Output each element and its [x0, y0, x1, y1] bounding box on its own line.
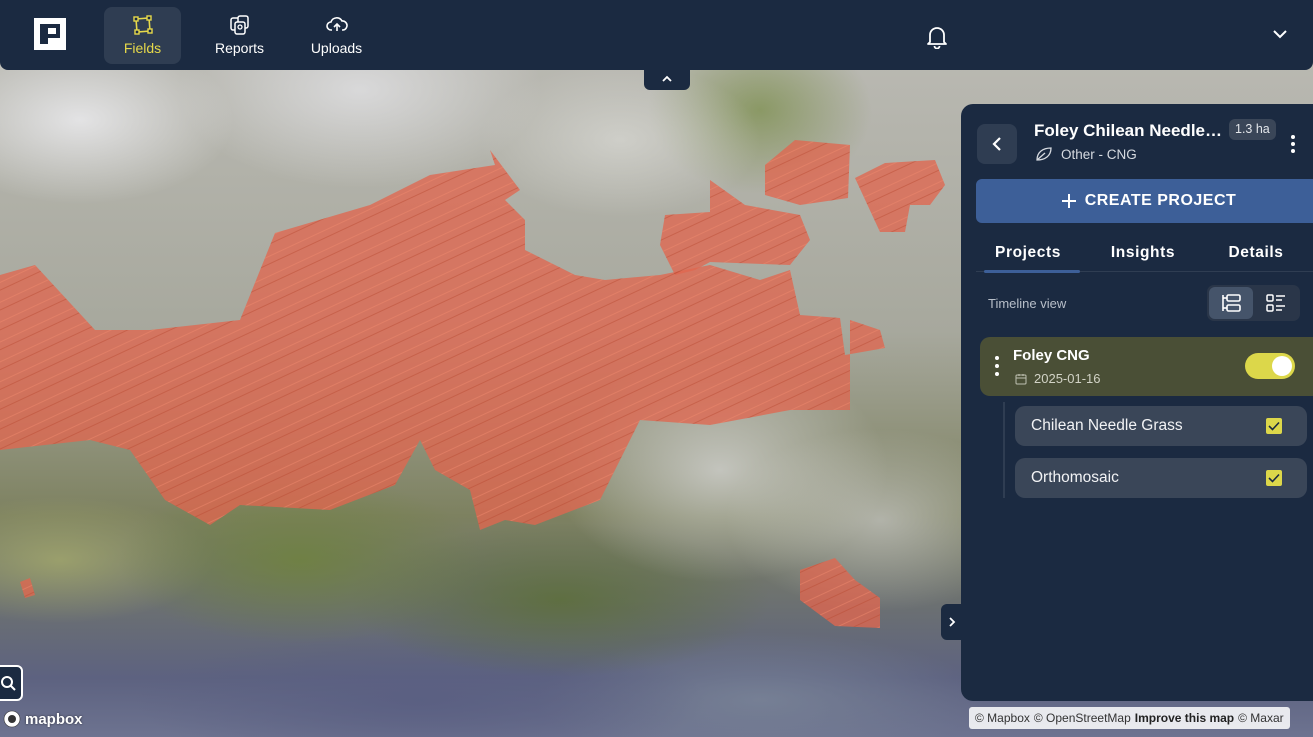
panel-tabs: Projects Insights Details — [976, 234, 1313, 273]
nav-tab-label: Uploads — [310, 40, 363, 56]
list-icon — [1266, 294, 1285, 312]
tab-label: Insights — [1110, 244, 1176, 261]
collapse-topbar-chevron-up-icon[interactable] — [644, 68, 690, 90]
timeline-view-button[interactable] — [1209, 287, 1253, 319]
leaf-icon — [1036, 147, 1052, 161]
calendar-icon — [1015, 373, 1027, 384]
project-more-options-icon[interactable] — [992, 356, 1002, 376]
check-icon — [1268, 473, 1280, 483]
project-date-value: 2025-01-16 — [1034, 371, 1101, 386]
cng-patch-texture — [0, 140, 945, 628]
view-mode-label: Timeline view — [988, 296, 1067, 311]
cng-patch-far-right-a — [765, 140, 850, 205]
cloud-upload-icon — [325, 17, 348, 31]
layer-tree-connector — [1003, 402, 1005, 498]
reports-icon — [229, 15, 249, 35]
layer-label: Orthomosaic — [1031, 469, 1119, 486]
mapbox-wordmark: mapbox — [25, 710, 83, 728]
nav-tab-label: Reports — [214, 40, 265, 56]
back-button[interactable] — [977, 124, 1017, 164]
layer-row-orthomosaic[interactable]: Orthomosaic — [1015, 458, 1307, 498]
field-more-options-icon[interactable] — [1283, 132, 1303, 156]
layer-checkbox[interactable] — [1266, 470, 1282, 486]
polygon-icon — [132, 15, 153, 35]
area-badge: 1.3 ha — [1229, 119, 1276, 140]
nav-tab-fields[interactable]: Fields — [104, 7, 181, 64]
tab-insights[interactable]: Insights — [1091, 234, 1195, 272]
search-icon — [0, 676, 16, 691]
app-logo[interactable] — [34, 18, 66, 50]
project-name: Foley CNG — [1013, 347, 1090, 364]
project-card[interactable]: Foley CNG 2025-01-16 — [980, 337, 1313, 396]
map-search-button[interactable] — [0, 665, 23, 701]
collapse-panel-chevron-right-icon[interactable] — [941, 604, 963, 640]
improve-map-link[interactable]: Improve this map — [1135, 711, 1234, 725]
tab-projects[interactable]: Projects — [976, 234, 1080, 273]
view-mode-toggle — [1207, 285, 1300, 321]
create-project-label: CREATE PROJECT — [1084, 192, 1237, 209]
cng-patch-far-right-b — [855, 160, 945, 232]
field-crop-label: Other - CNG — [1061, 146, 1137, 162]
check-icon — [1268, 421, 1280, 431]
timeline-icon — [1222, 294, 1241, 312]
list-view-button[interactable] — [1254, 287, 1298, 319]
attribution-osm-link[interactable]: © OpenStreetMap — [1034, 711, 1131, 725]
mapbox-icon — [3, 710, 21, 728]
nav-tab-reports[interactable]: Reports — [201, 7, 278, 64]
cng-patch-lower-right — [800, 558, 880, 628]
create-project-button[interactable]: CREATE PROJECT — [976, 179, 1313, 223]
nav-tab-uploads[interactable]: Uploads — [298, 7, 375, 64]
tab-details[interactable]: Details — [1206, 234, 1306, 272]
field-title: Foley Chilean Needle Grass — [1034, 121, 1224, 140]
attribution-maxar-link[interactable]: © Maxar — [1238, 711, 1284, 725]
bell-icon[interactable] — [926, 25, 948, 50]
nav-tab-label: Fields — [123, 40, 162, 56]
plus-icon — [1061, 194, 1076, 208]
map-attribution: © Mapbox © OpenStreetMap Improve this ma… — [969, 707, 1290, 729]
cng-patch-left-small — [20, 578, 35, 598]
tab-label: Details — [1228, 244, 1284, 261]
top-navigation-bar: Fields Reports Uploads — [0, 0, 1313, 70]
chevron-left-icon — [992, 137, 1001, 151]
layer-checkbox[interactable] — [1266, 418, 1282, 434]
field-details-panel: Foley Chilean Needle Grass 1.3 ha Other … — [961, 104, 1313, 701]
field-subtitle: Other - CNG — [1034, 146, 1137, 162]
tab-label: Projects — [995, 244, 1061, 261]
account-menu-chevron-icon[interactable] — [1270, 26, 1290, 42]
attribution-mapbox-link[interactable]: © Mapbox — [975, 711, 1030, 725]
project-date: 2025-01-16 — [1015, 371, 1101, 386]
mapbox-logo[interactable]: mapbox — [3, 710, 83, 728]
layer-label: Chilean Needle Grass — [1031, 417, 1183, 434]
layer-row-chilean-needle-grass[interactable]: Chilean Needle Grass — [1015, 406, 1307, 446]
project-visibility-toggle[interactable] — [1245, 353, 1295, 379]
